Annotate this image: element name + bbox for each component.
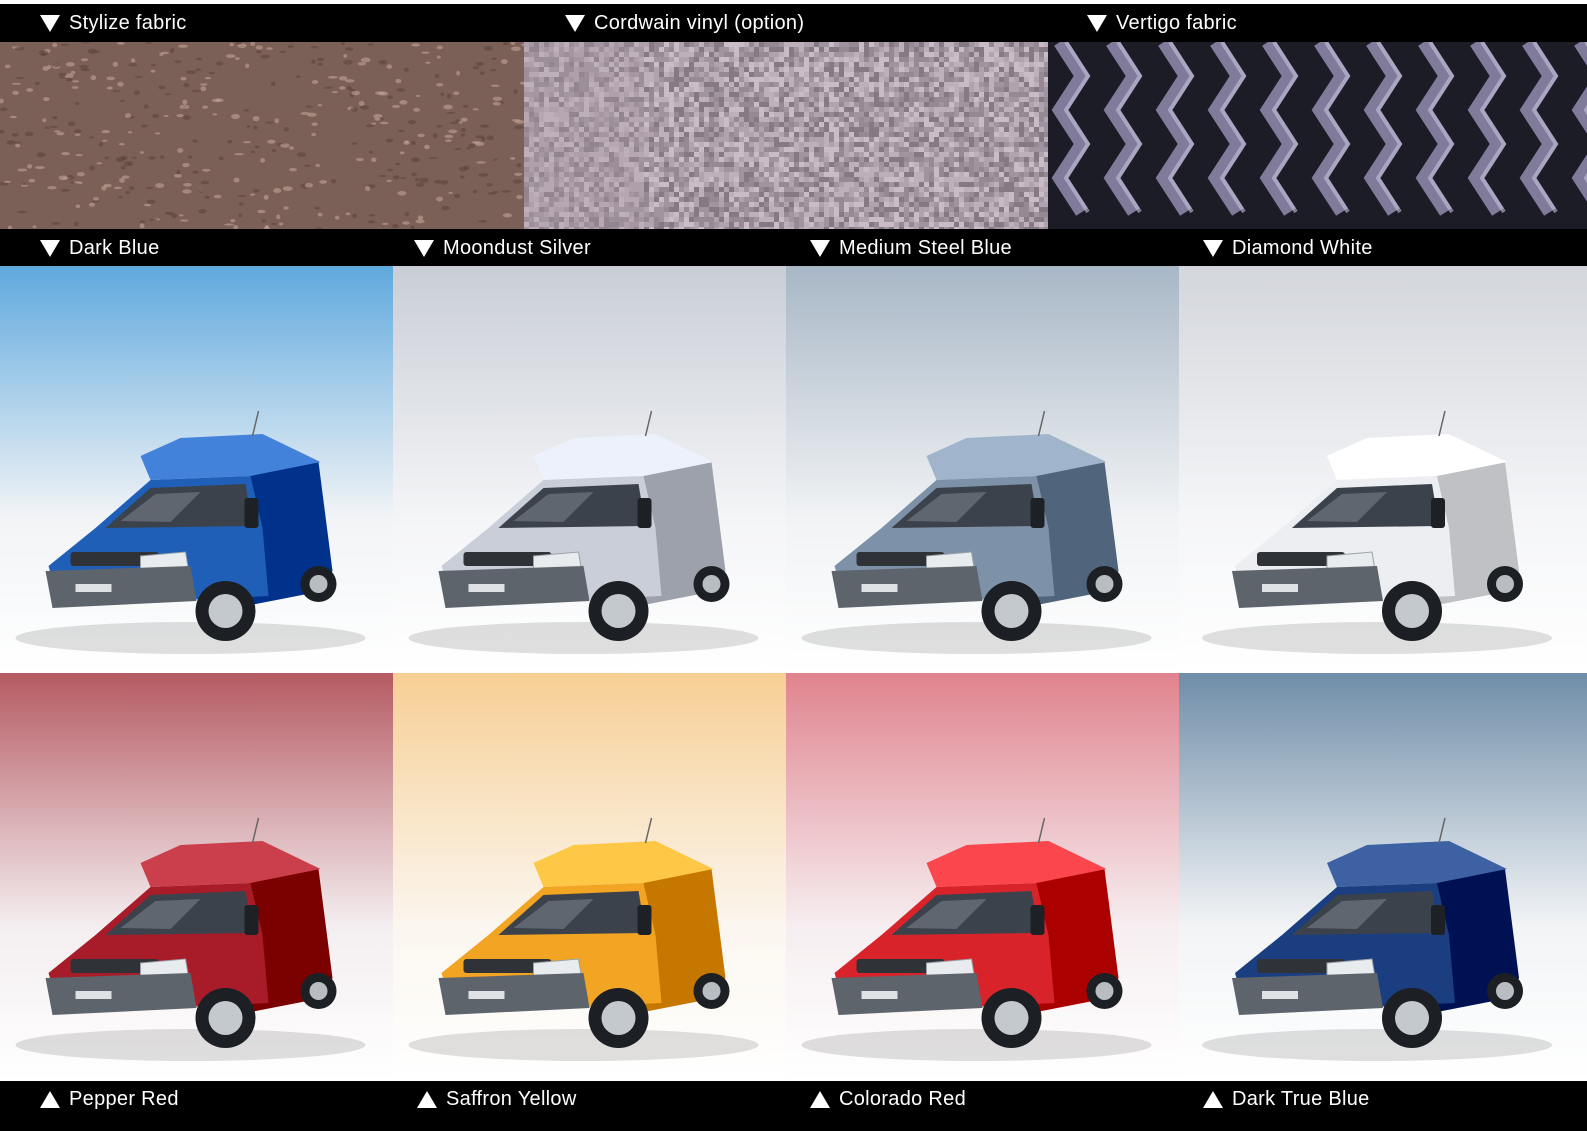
down-triangle-icon	[40, 240, 60, 257]
van-tile-moondust-silver	[393, 266, 786, 673]
fabric-swatch-vertigo	[1048, 42, 1587, 229]
color-label-text: Diamond White	[1232, 237, 1373, 259]
up-triangle-icon	[1203, 1091, 1223, 1108]
color-label-diamond-white: Diamond White	[1203, 237, 1373, 260]
color-label-text: Dark Blue	[69, 237, 160, 259]
fabric-swatch-cordwain	[524, 42, 1048, 229]
color-label-dark-true-blue: Dark True Blue	[1203, 1088, 1370, 1111]
fabric-label-vertigo: Vertigo fabric	[1087, 12, 1237, 35]
color-label-text: Colorado Red	[839, 1088, 967, 1110]
color-label-colorado-red: Colorado Red	[810, 1088, 966, 1111]
up-triangle-icon	[810, 1091, 830, 1108]
color-label-saffron-yellow: Saffron Yellow	[417, 1088, 577, 1111]
down-triangle-icon	[810, 240, 830, 257]
van-tile-dark-blue	[0, 266, 393, 673]
van-tile-dark-true-blue	[1179, 673, 1587, 1081]
fabric-label-stylize: Stylize fabric	[40, 12, 187, 35]
van-tile-pepper-red	[0, 673, 393, 1081]
color-label-text: Pepper Red	[69, 1088, 179, 1110]
up-triangle-icon	[417, 1091, 437, 1108]
color-label-text: Medium Steel Blue	[839, 237, 1012, 259]
color-label-dark-blue: Dark Blue	[40, 237, 160, 260]
fabric-label-text: Stylize fabric	[69, 12, 187, 34]
fabric-label-cordwain: Cordwain vinyl (option)	[565, 12, 804, 35]
fabric-label-text: Vertigo fabric	[1116, 12, 1237, 34]
down-triangle-icon	[40, 15, 60, 32]
color-label-pepper-red: Pepper Red	[40, 1088, 179, 1111]
fabric-swatch-stylize	[0, 42, 524, 229]
down-triangle-icon	[1087, 15, 1107, 32]
van-tile-medium-steel-blue	[786, 266, 1179, 673]
down-triangle-icon	[565, 15, 585, 32]
color-label-moondust-silver: Moondust Silver	[414, 237, 591, 260]
down-triangle-icon	[414, 240, 434, 257]
color-label-medium-steel-blue: Medium Steel Blue	[810, 237, 1012, 260]
van-tile-colorado-red	[786, 673, 1179, 1081]
color-label-text: Saffron Yellow	[446, 1088, 577, 1110]
fabric-label-text: Cordwain vinyl (option)	[594, 12, 805, 34]
up-triangle-icon	[40, 1091, 60, 1108]
color-label-text: Moondust Silver	[443, 237, 591, 259]
down-triangle-icon	[1203, 240, 1223, 257]
van-tile-diamond-white	[1179, 266, 1587, 673]
color-label-text: Dark True Blue	[1232, 1088, 1370, 1110]
van-tile-saffron-yellow	[393, 673, 786, 1081]
